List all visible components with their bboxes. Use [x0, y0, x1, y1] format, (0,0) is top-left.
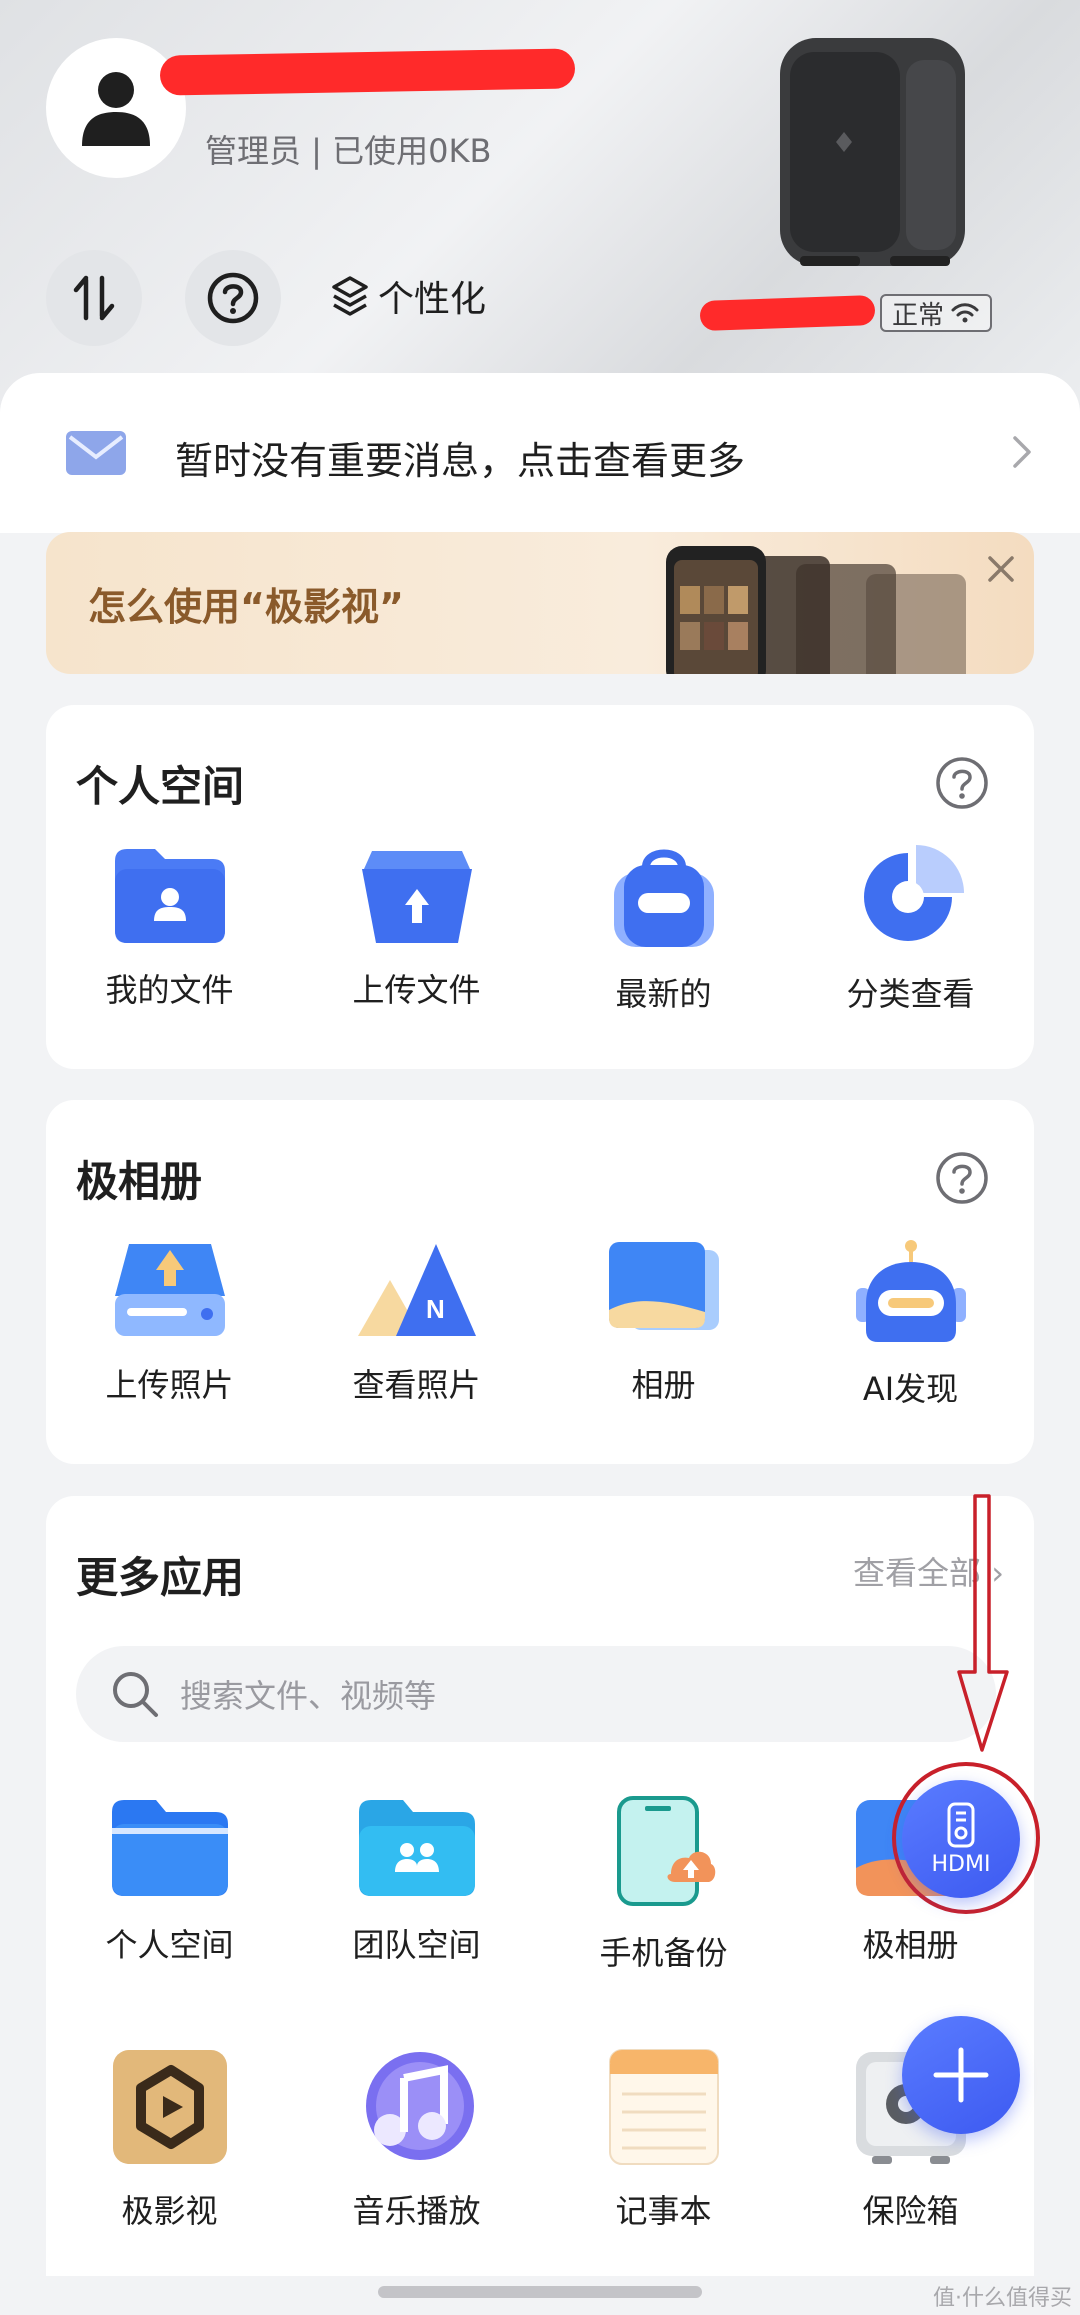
folder-icon [111, 1800, 228, 1896]
app-label: 音乐播放 [352, 2192, 481, 2230]
app-personal-space[interactable]: 个人空间 [46, 1796, 293, 1974]
redacted-device-name [699, 294, 876, 332]
bag-icon [613, 849, 714, 947]
app-label: 记事本 [615, 2192, 712, 2230]
banner-text: 怎么使用“极影视” [88, 585, 404, 629]
album-card: 极相册 上传照片 N 查看照片 相册 AI发现 [46, 1100, 1034, 1464]
user-role-storage: 管理员 | 已使用0KB [205, 132, 492, 170]
album-item-upload-photos[interactable]: 上传照片 [46, 1240, 293, 1410]
personal-item-my-files[interactable]: 我的文件 [46, 845, 293, 1015]
folder-user-icon [114, 849, 225, 943]
album-item-ai-discover[interactable]: AI发现 [787, 1240, 1034, 1410]
pie-icon [863, 845, 964, 941]
help-button[interactable] [185, 250, 281, 346]
help-icon [207, 272, 259, 324]
upload-icon [361, 851, 472, 943]
more-apps-title: 更多应用 [76, 1553, 245, 1602]
personal-space-card: 个人空间 我的文件 上传文件 最新的 分类查看 [46, 705, 1034, 1069]
item-label: AI发现 [862, 1370, 959, 1408]
remote-icon [947, 1802, 975, 1847]
app-label: 极相册 [862, 1926, 959, 1964]
app-label: 手机备份 [599, 1934, 728, 1972]
avatar[interactable] [46, 38, 186, 178]
help-icon[interactable] [934, 755, 990, 811]
item-label: 上传文件 [352, 971, 481, 1009]
app-notepad[interactable]: 记事本 [540, 2048, 787, 2232]
album-item-albums[interactable]: 相册 [540, 1240, 787, 1410]
promo-banner[interactable]: 怎么使用“极影视” [46, 532, 1034, 674]
add-fab-button[interactable] [902, 2016, 1020, 2134]
search-icon [113, 1672, 158, 1717]
app-label: 保险箱 [862, 2192, 959, 2230]
video-icon [112, 2050, 227, 2164]
annotation-arrow [957, 1494, 1009, 1752]
app-label: 个人空间 [105, 1926, 234, 1964]
notepad-icon [608, 2049, 719, 2165]
app-label: 团队空间 [352, 1926, 481, 1964]
svg-text:N: N [426, 1294, 445, 1324]
message-text[interactable]: 暂时没有重要消息，点击查看更多 [175, 430, 745, 485]
team-folder-icon [358, 1800, 475, 1896]
item-label: 上传照片 [105, 1366, 234, 1404]
app-label: 极影视 [121, 2192, 218, 2230]
robot-icon [855, 1240, 966, 1342]
album-title: 极相册 [76, 1157, 203, 1206]
item-label: 我的文件 [105, 971, 234, 1009]
plus-icon [933, 2047, 989, 2103]
more-apps-card: 更多应用 查看全部 › 搜索文件、视频等 个人空间 团队空间 手机备份 极相册 … [46, 1496, 1034, 2276]
app-team-space[interactable]: 团队空间 [293, 1796, 540, 1974]
close-icon[interactable] [986, 554, 1016, 584]
layers-icon [332, 276, 368, 316]
status-label: 正常 [891, 300, 944, 331]
wifi-icon [951, 303, 979, 323]
personal-item-categories[interactable]: 分类查看 [787, 845, 1034, 1015]
music-icon [365, 2052, 474, 2160]
album-item-view-photos[interactable]: N 查看照片 [293, 1240, 540, 1410]
chevron-right-icon [1013, 436, 1031, 468]
app-video[interactable]: 极影视 [46, 2048, 293, 2232]
mountain-icon: N [357, 1244, 476, 1336]
help-icon[interactable] [934, 1150, 990, 1206]
item-label: 查看照片 [352, 1366, 481, 1404]
watermark: 值·什么值得买 [933, 2286, 1072, 2311]
item-label: 最新的 [615, 975, 712, 1013]
upload-drive-icon [114, 1244, 225, 1336]
transfer-button[interactable] [46, 250, 142, 346]
search-placeholder: 搜索文件、视频等 [180, 1677, 437, 1715]
personalize-label: 个性化 [378, 279, 487, 320]
nas-device-image [780, 38, 965, 266]
hdmi-label: HDMI [931, 1851, 991, 1877]
personal-item-recent[interactable]: 最新的 [540, 845, 787, 1015]
phone-backup-icon [616, 1796, 715, 1906]
app-music[interactable]: 音乐播放 [293, 2048, 540, 2232]
status-badge: 正常 [880, 294, 992, 332]
mail-icon [66, 431, 126, 475]
photo-stack-icon [608, 1242, 719, 1330]
home-indicator[interactable] [378, 2286, 702, 2298]
personal-item-upload-files[interactable]: 上传文件 [293, 845, 540, 1015]
hdmi-fab-button[interactable]: HDMI [902, 1780, 1020, 1898]
search-input[interactable]: 搜索文件、视频等 [76, 1646, 996, 1742]
transfer-icon [73, 275, 115, 321]
item-label: 分类查看 [846, 975, 975, 1013]
app-phone-backup[interactable]: 手机备份 [540, 1796, 787, 1974]
redacted-username [159, 48, 576, 96]
personal-space-title: 个人空间 [76, 762, 245, 811]
item-label: 相册 [631, 1366, 696, 1404]
app-screenshots-illustration [666, 546, 966, 674]
user-icon [82, 72, 150, 146]
personalize-button[interactable]: 个性化 [330, 270, 486, 322]
